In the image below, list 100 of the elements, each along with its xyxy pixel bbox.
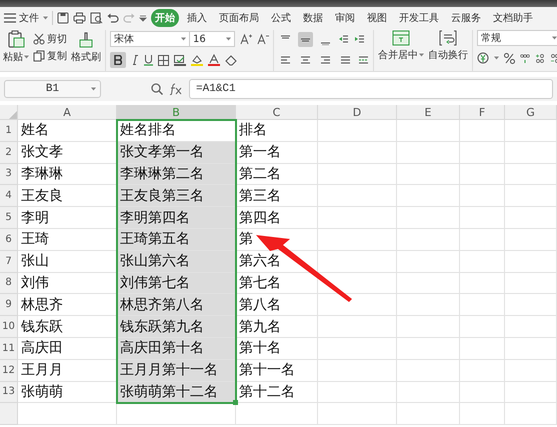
- print-icon[interactable]: [73, 12, 86, 24]
- copy-button[interactable]: 复制: [33, 49, 67, 63]
- border-icon[interactable]: [158, 54, 169, 66]
- increase-font-icon[interactable]: [240, 33, 252, 45]
- table-cell: [397, 382, 460, 404]
- caret-icon[interactable]: [91, 87, 96, 91]
- table-cell: [505, 294, 557, 316]
- ribbon-tab[interactable]: 云服务: [447, 8, 485, 26]
- row-header[interactable]: 8: [0, 272, 18, 294]
- formula-input[interactable]: =A1&C1: [189, 79, 553, 99]
- caret-icon[interactable]: [494, 56, 499, 60]
- table-cell: [397, 403, 460, 426]
- table-cell: 王友良: [18, 185, 117, 208]
- table-cell: [397, 316, 460, 338]
- ribbon-tab[interactable]: 插入: [183, 8, 211, 26]
- redo-icon: [123, 12, 135, 22]
- font-size-select[interactable]: 16: [189, 31, 235, 47]
- italic-icon[interactable]: [131, 55, 139, 65]
- thousands-separator-icon[interactable]: [520, 52, 530, 64]
- row-header[interactable]: 13: [0, 382, 18, 404]
- caret-icon[interactable]: [419, 53, 424, 57]
- table-cell: 钱东跃第九名: [117, 316, 236, 338]
- table-cell: 王琦: [18, 228, 117, 251]
- row-header[interactable]: 3: [0, 164, 18, 186]
- increase-indent-icon[interactable]: [354, 34, 365, 44]
- align-middle-icon[interactable]: [298, 32, 313, 46]
- table-cell: 高庆田第十名: [117, 338, 236, 360]
- increase-decimal-icon[interactable]: [535, 52, 545, 64]
- merge-cells-icon: [392, 30, 410, 46]
- caret-icon[interactable]: [43, 16, 48, 20]
- merge-center-button[interactable]: 合并居中: [378, 30, 424, 62]
- row-header[interactable]: 5: [0, 207, 18, 229]
- table-cell: [505, 185, 557, 208]
- caret-icon[interactable]: [226, 37, 231, 41]
- cut-button[interactable]: 剪切: [33, 32, 67, 46]
- row-header[interactable]: 4: [0, 185, 18, 208]
- column-header[interactable]: C: [236, 105, 318, 120]
- wrap-text-button[interactable]: 自动换行: [428, 30, 468, 62]
- save-icon[interactable]: [57, 12, 69, 24]
- ribbon-tab[interactable]: 视图: [363, 8, 391, 26]
- zoom-icon[interactable]: [151, 83, 163, 95]
- caret-icon[interactable]: [181, 37, 186, 41]
- table-cell: 第一名: [236, 142, 318, 164]
- highlight-icon[interactable]: [191, 54, 203, 66]
- fill-color-icon[interactable]: [174, 54, 186, 66]
- font-color-icon[interactable]: [208, 54, 220, 66]
- table-cell: 张萌萌: [18, 382, 117, 404]
- format-painter-button[interactable]: 格式刷: [71, 30, 101, 64]
- row-header[interactable]: 12: [0, 360, 18, 382]
- column-header[interactable]: F: [460, 105, 505, 120]
- underline-icon[interactable]: [144, 54, 153, 66]
- table-cell: [397, 185, 460, 208]
- table-cell: 第二名: [236, 164, 318, 186]
- ribbon-tab[interactable]: 页面布局: [215, 8, 263, 26]
- table-cell: [397, 360, 460, 382]
- ribbon-tab[interactable]: 数据: [299, 8, 327, 26]
- row-header[interactable]: 11: [0, 338, 18, 360]
- table-cell: 李琳琳第二名: [117, 164, 236, 186]
- fill-handle[interactable]: [233, 400, 238, 406]
- table-cell: [460, 360, 505, 382]
- row-header[interactable]: 2: [0, 142, 18, 164]
- ribbon-tab[interactable]: 开发工具: [395, 8, 443, 26]
- bold-button[interactable]: [110, 52, 126, 68]
- scissors-icon: [33, 33, 45, 45]
- print-preview-icon[interactable]: [90, 12, 103, 24]
- percent-icon[interactable]: [504, 52, 515, 64]
- column-header[interactable]: G: [505, 105, 557, 120]
- paste-button[interactable]: 粘贴: [3, 30, 29, 64]
- table-cell: 钱东跃: [18, 316, 117, 338]
- row-header[interactable]: 1: [0, 120, 18, 142]
- file-menu[interactable]: 文件: [4, 10, 39, 24]
- eraser-icon[interactable]: [225, 54, 237, 66]
- row-header[interactable]: 6: [0, 228, 18, 251]
- column-header[interactable]: A: [18, 105, 117, 120]
- decrease-font-icon[interactable]: [257, 33, 269, 45]
- currency-icon[interactable]: [477, 52, 489, 64]
- column-header[interactable]: D: [318, 105, 397, 120]
- caret-icon[interactable]: [552, 36, 557, 40]
- table-cell: 张文孝: [18, 142, 117, 164]
- undo-icon[interactable]: [107, 12, 119, 22]
- row-header[interactable]: 9: [0, 294, 18, 316]
- caret-icon[interactable]: [24, 55, 29, 59]
- name-box[interactable]: B1: [4, 80, 101, 98]
- column-header[interactable]: E: [397, 105, 460, 120]
- row-header[interactable]: 7: [0, 250, 18, 273]
- function-icon[interactable]: [169, 83, 183, 95]
- table-cell: 林思齐第八名: [117, 294, 236, 316]
- row-header[interactable]: 10: [0, 316, 18, 338]
- distributed-icon[interactable]: [358, 54, 369, 66]
- table-cell: [505, 360, 557, 382]
- ribbon-tab[interactable]: 公式: [267, 8, 295, 26]
- decrease-decimal-icon[interactable]: [550, 52, 557, 64]
- decrease-indent-icon[interactable]: [338, 34, 349, 44]
- table-cell: [460, 250, 505, 273]
- ribbon-tab[interactable]: 文档助手: [489, 8, 537, 26]
- ribbon-tab[interactable]: 审阅: [331, 8, 359, 26]
- customize-icon[interactable]: [139, 14, 147, 22]
- table-cell: [505, 228, 557, 251]
- number-format-select[interactable]: 常规: [477, 30, 557, 46]
- font-name-select[interactable]: 宋体: [110, 31, 190, 47]
